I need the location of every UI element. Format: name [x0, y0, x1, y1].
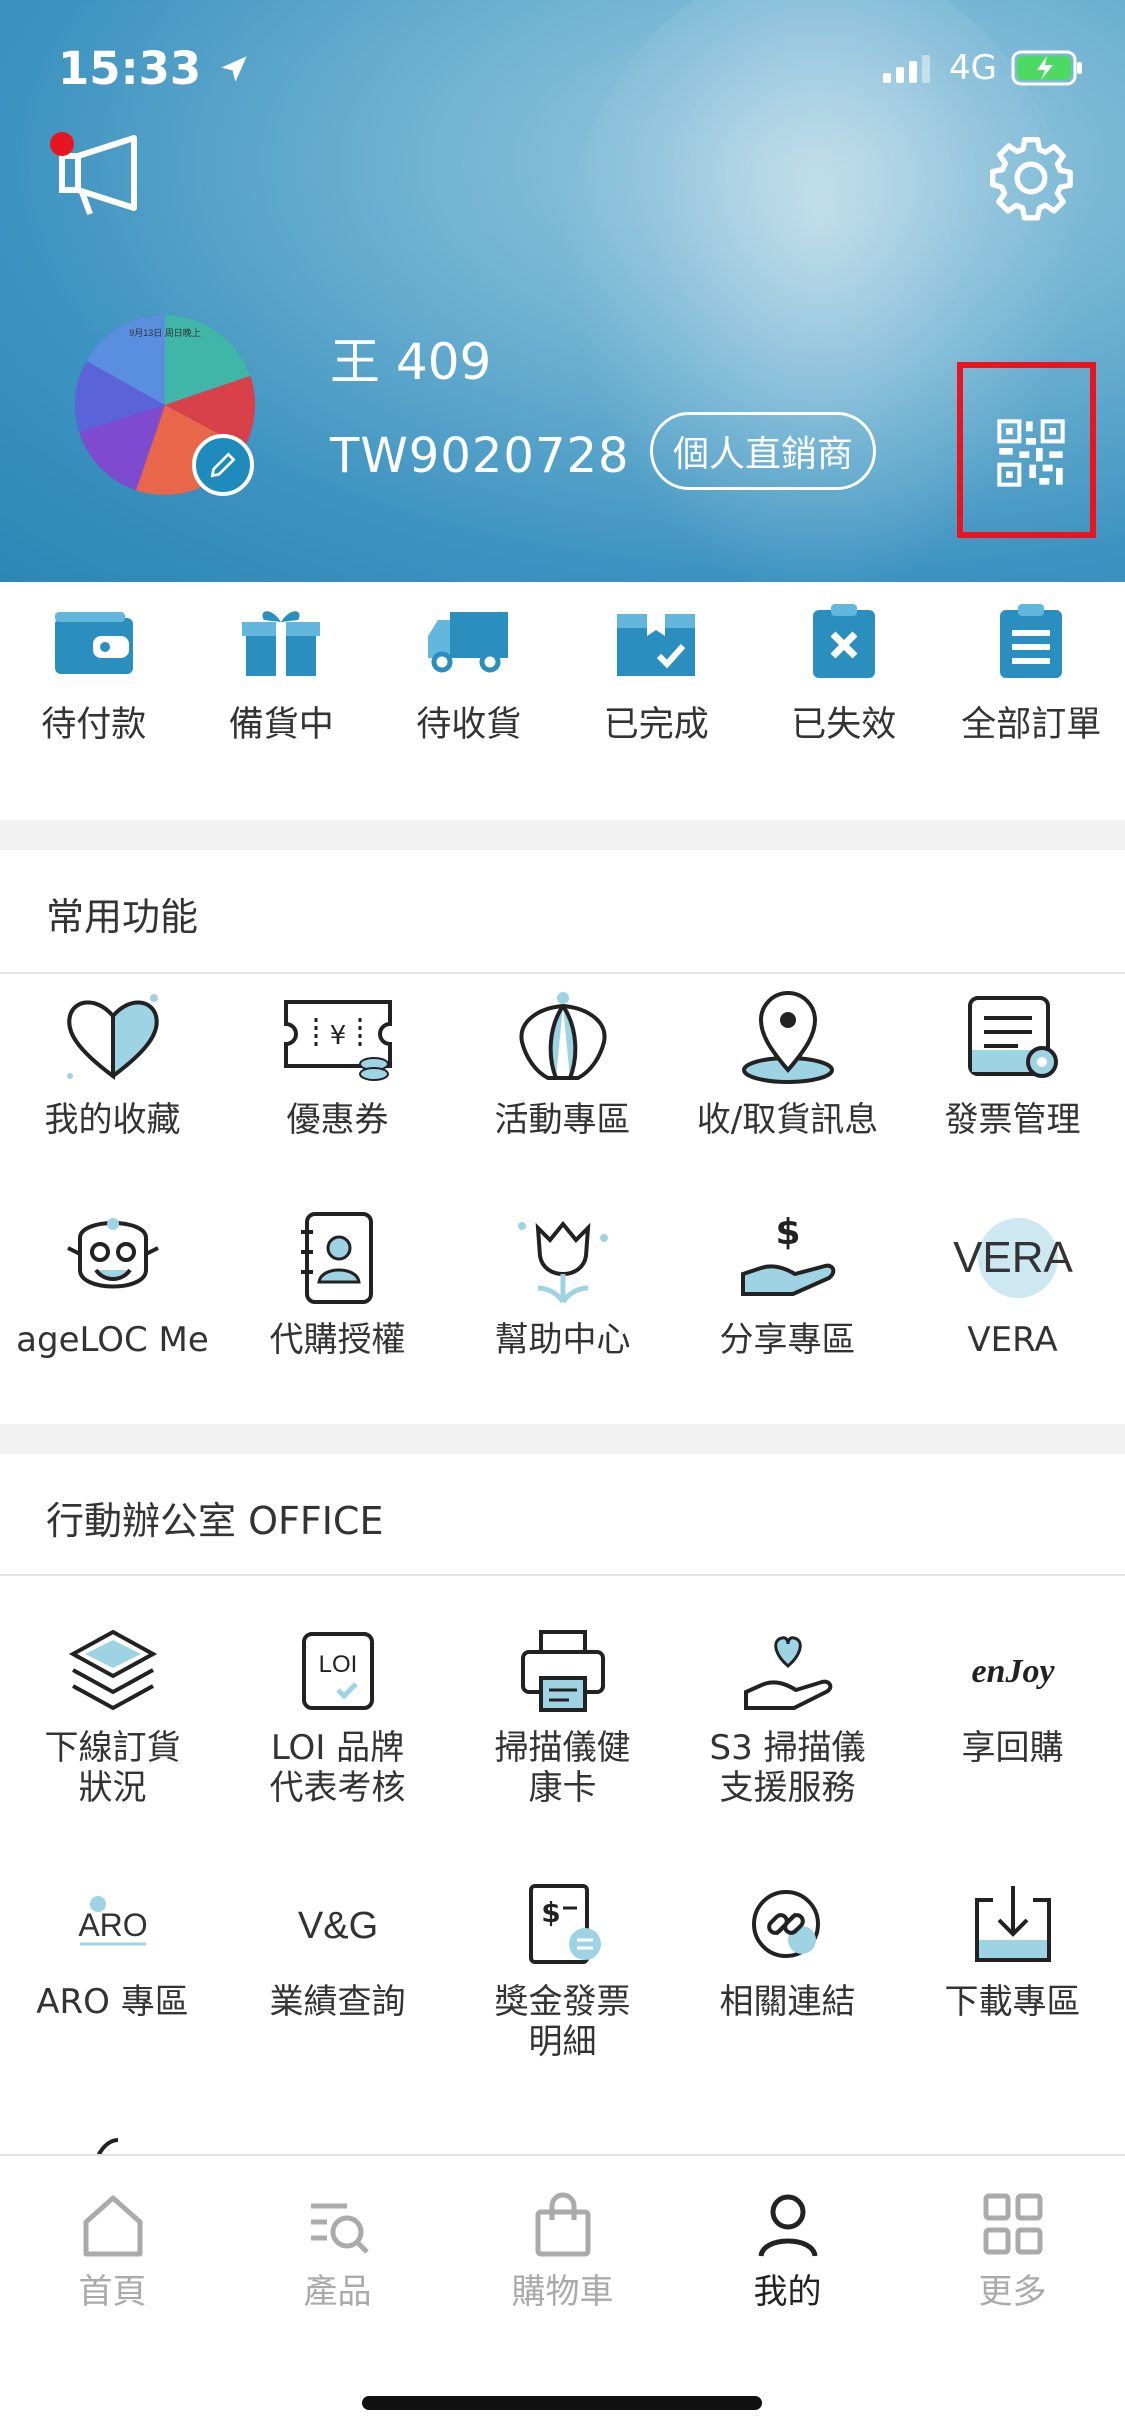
loi-logo-icon: LOI	[301, 1632, 374, 1710]
home-icon	[83, 2195, 142, 2257]
all-orders-icon	[1000, 604, 1063, 678]
user-icon	[758, 2194, 817, 2257]
order-all[interactable]: 全部訂單	[938, 600, 1125, 780]
vera-logo-icon: VERA	[953, 1218, 1073, 1298]
invoice-gear-icon	[967, 996, 1058, 1078]
user-name: 王 409	[330, 333, 492, 391]
network-type: 4G	[949, 48, 997, 88]
signal-icon	[883, 55, 931, 83]
settings-button[interactable]	[985, 132, 1077, 228]
order-pending-payment[interactable]: 待付款	[0, 600, 188, 780]
tab-mine[interactable]: 我的	[675, 2156, 900, 2346]
link-icon	[751, 1890, 820, 1958]
order-invalid[interactable]: 已失效	[750, 600, 938, 780]
member-type-badge: 個人直銷商	[650, 412, 876, 490]
enjoy-repurchase-item[interactable]: enJoy 享回購	[900, 1626, 1125, 1768]
qr-code-button-highlight[interactable]	[957, 362, 1096, 538]
svg-text:ARO: ARO	[78, 1907, 147, 1943]
invoice-dollar-icon: $	[528, 1884, 601, 1964]
section-line	[0, 972, 1125, 974]
vera-item[interactable]: VERA VERA	[900, 1208, 1125, 1360]
svg-text:¥: ¥	[329, 1021, 346, 1051]
common-functions-title: 常用功能	[46, 895, 199, 939]
bottom-tab-bar: 首頁 產品 購物車 我的 更多	[0, 2154, 1125, 2346]
product-search-icon	[310, 2203, 369, 2254]
section-divider	[0, 1424, 1125, 1454]
hand-heart-icon	[743, 1636, 832, 1710]
download-tray-icon	[974, 1886, 1051, 1962]
coupon-icon: ¥	[283, 1000, 392, 1081]
svg-text:$: $	[775, 1212, 800, 1253]
events-item[interactable]: 活動專區	[450, 988, 675, 1140]
gift-box-icon	[242, 611, 321, 676]
grid-more-icon	[983, 2193, 1042, 2255]
invalid-clipboard-icon	[812, 604, 875, 678]
crown-icon	[519, 992, 606, 1080]
location-pin-icon	[741, 991, 834, 1084]
related-links-item[interactable]: 相關連結	[675, 1880, 900, 2022]
invoice-management-item[interactable]: 發票管理	[900, 988, 1125, 1140]
gear-icon	[989, 136, 1073, 221]
tulip-icon	[517, 1220, 608, 1304]
battery-charging-icon	[1011, 50, 1082, 86]
proxy-purchase-item[interactable]: 代購授權	[225, 1208, 450, 1360]
svg-text:9月13日 周日晚上: 9月13日 周日晚上	[129, 328, 201, 338]
member-id: TW9020728	[330, 428, 630, 484]
avatar[interactable]: 9月13日 周日晚上	[74, 314, 256, 496]
order-awaiting-delivery[interactable]: 待收貨	[375, 600, 563, 780]
delivery-info-item[interactable]: 收/取貨訊息	[675, 988, 900, 1140]
pencil-icon	[210, 452, 236, 478]
profile-header: 15:33 4G 9月13日 周日晚上 王 409 TW9020728 個人直銷…	[0, 0, 1125, 582]
notification-dot	[50, 132, 74, 156]
share-zone-item[interactable]: $ 分享專區	[675, 1208, 900, 1360]
order-completed[interactable]: 已完成	[563, 600, 751, 780]
contact-book-icon	[300, 1212, 373, 1304]
truck-icon	[427, 612, 508, 673]
vg-logo-icon: V&G	[297, 1905, 377, 1947]
performance-query-item[interactable]: V&G 業績查詢	[225, 1880, 450, 2022]
tab-cart[interactable]: 購物車	[450, 2156, 675, 2346]
status-time: 15:33	[58, 42, 251, 95]
home-indicator	[362, 2396, 762, 2410]
coupons-item[interactable]: ¥ 優惠券	[225, 988, 450, 1140]
svg-text:VERA: VERA	[953, 1233, 1073, 1282]
tab-more[interactable]: 更多	[900, 2156, 1125, 2346]
enjoy-logo-icon: enJoy	[971, 1653, 1055, 1690]
agelocme-item[interactable]: ageLOC Me	[0, 1208, 225, 1360]
office-title: 行動辦公室 OFFICE	[46, 1499, 384, 1543]
printer-icon	[520, 1630, 605, 1712]
hand-money-icon: $	[740, 1212, 835, 1296]
svg-text:V&G: V&G	[297, 1905, 377, 1947]
help-center-item[interactable]: 幫助中心	[450, 1208, 675, 1360]
svg-text:LOI: LOI	[318, 1651, 357, 1678]
bonus-invoice-item[interactable]: $ 獎金發票 明細	[450, 1880, 675, 2062]
section-divider	[0, 820, 1125, 850]
status-indicators: 4G	[883, 48, 1085, 88]
downline-orders-item[interactable]: 下線訂貨 狀況	[0, 1626, 225, 1808]
section-line	[0, 1574, 1125, 1576]
svg-text:enJoy: enJoy	[971, 1653, 1055, 1690]
s3-scanner-support-item[interactable]: S3 掃描儀 支援服務	[675, 1626, 900, 1808]
order-preparing[interactable]: 備貨中	[188, 600, 376, 780]
edit-avatar-button[interactable]	[192, 434, 254, 496]
tab-products[interactable]: 產品	[225, 2156, 450, 2346]
wallet-icon	[54, 612, 133, 674]
scanner-health-card-item[interactable]: 掃描儀健 康卡	[450, 1626, 675, 1808]
tab-home[interactable]: 首頁	[0, 2156, 225, 2346]
layers-icon	[68, 1629, 157, 1711]
download-zone-item[interactable]: 下載專區	[900, 1880, 1125, 2022]
robot-face-icon	[66, 1218, 159, 1289]
favorites-item[interactable]: 我的收藏	[0, 988, 225, 1140]
svg-text:$: $	[541, 1896, 560, 1929]
completed-box-icon	[617, 608, 696, 676]
location-arrow-icon	[221, 56, 247, 82]
shopping-bag-icon	[535, 2192, 590, 2257]
loi-assessment-item[interactable]: LOI LOI 品牌 代表考核	[225, 1626, 450, 1808]
order-status-row: 待付款 備貨中 待收貨 已完成 已失效 全部訂單	[0, 600, 1125, 780]
aro-logo-icon: ARO	[78, 1896, 147, 1946]
heart-icon	[66, 994, 159, 1080]
qr-code-icon	[997, 419, 1065, 487]
announcement-button[interactable]	[50, 128, 150, 222]
aro-zone-item[interactable]: ARO ARO 專區	[0, 1880, 225, 2022]
